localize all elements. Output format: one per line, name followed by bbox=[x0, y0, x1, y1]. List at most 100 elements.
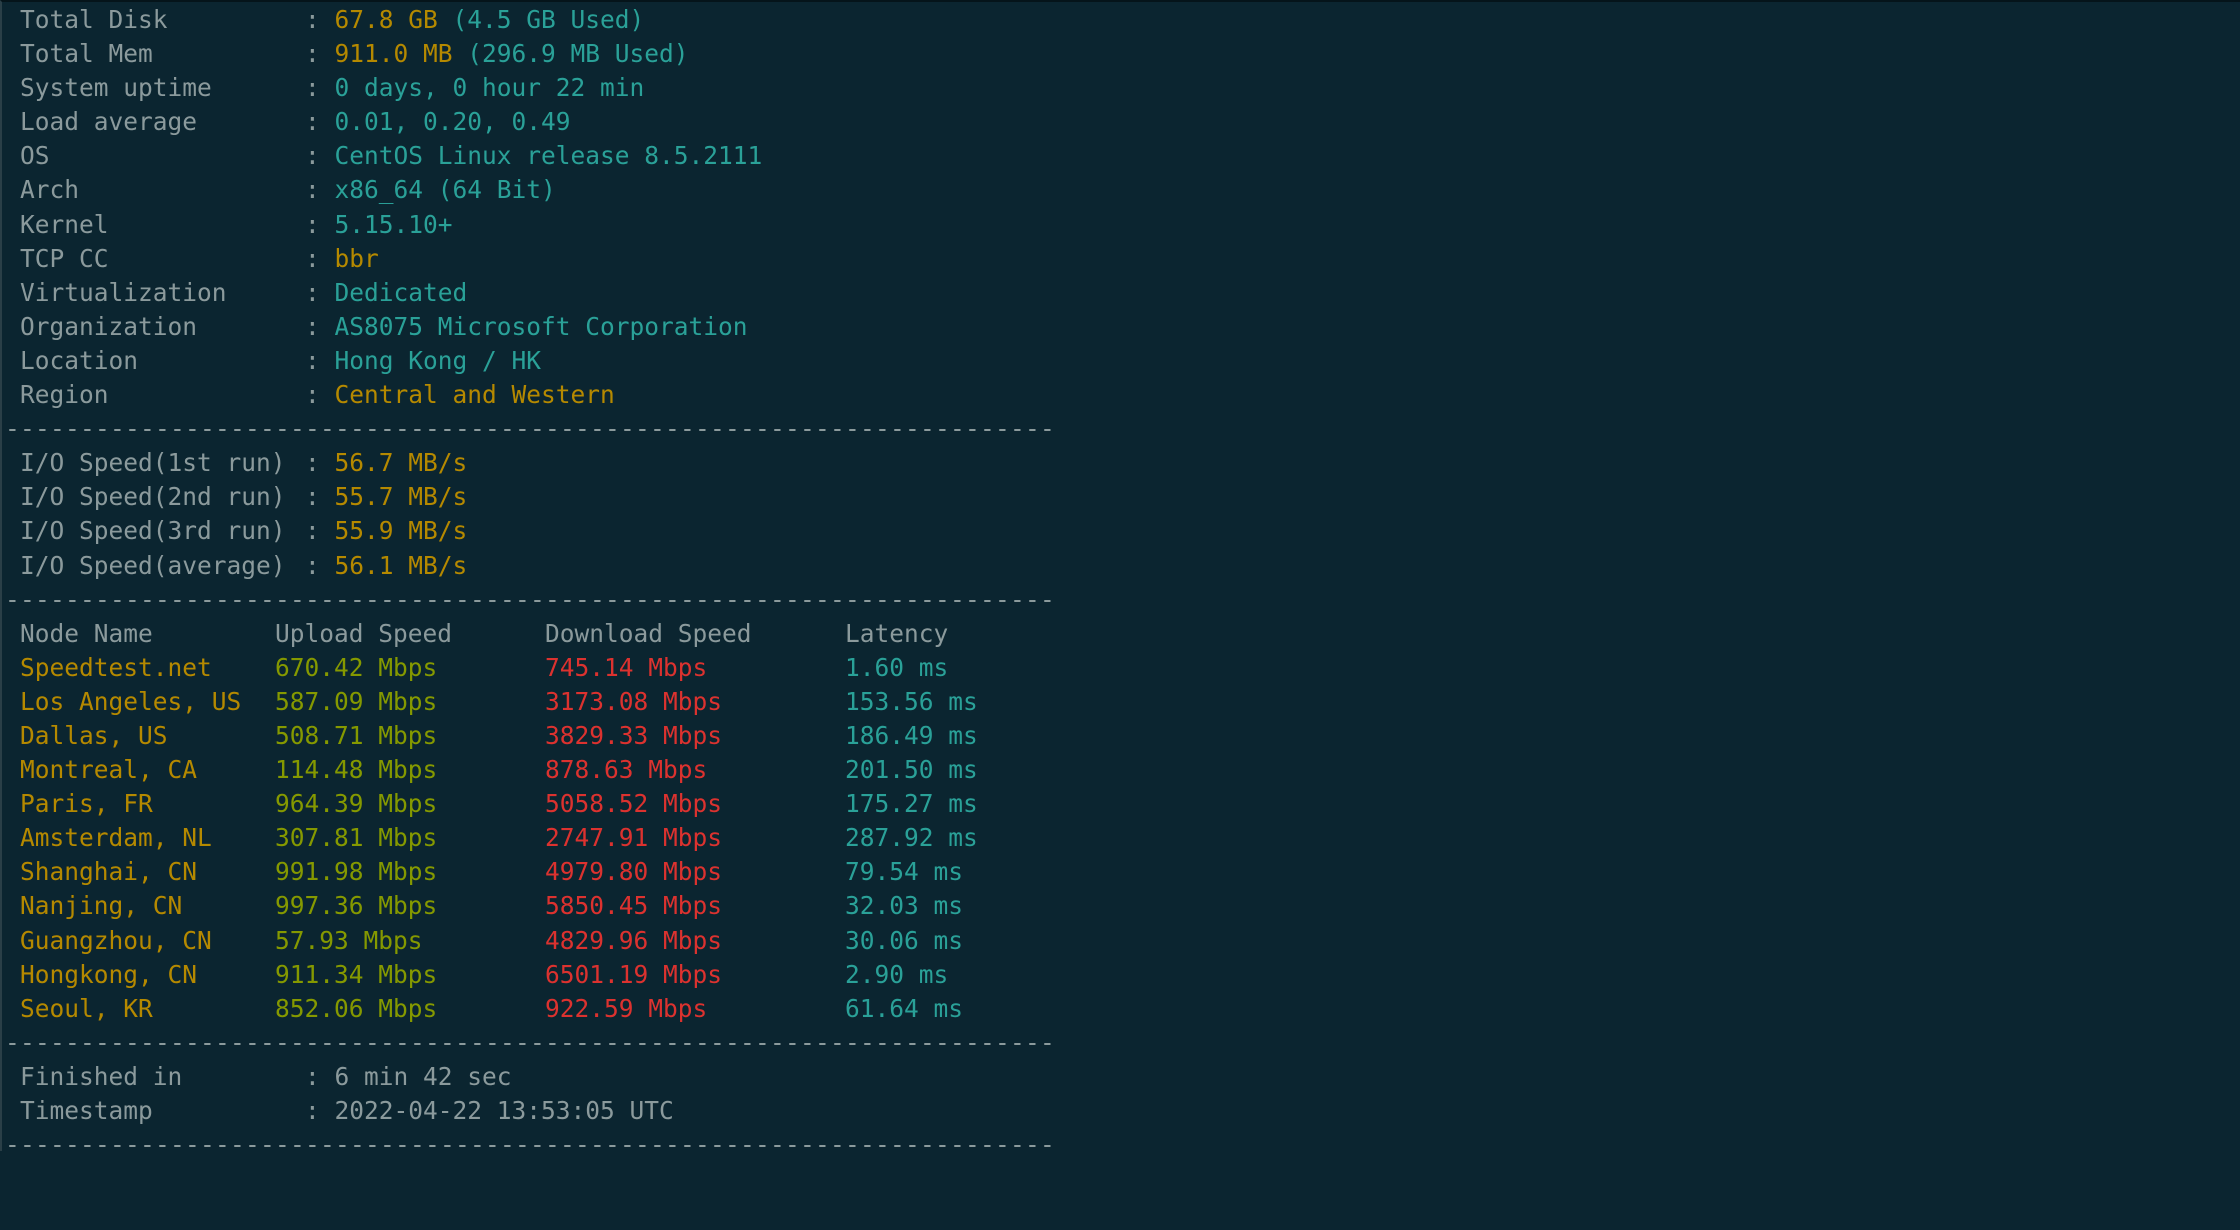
latency: 30.06 ms bbox=[845, 925, 964, 955]
speedtest-row: Amsterdam, NL 307.81 Mbps 2747.91 Mbps 287.… bbox=[5, 821, 1055, 855]
node-name: Montreal, CA bbox=[20, 755, 198, 785]
info-label: Location bbox=[20, 345, 139, 375]
download-speed: 6501.19 Mbps bbox=[545, 959, 723, 989]
value-text: Hong Kong / HK bbox=[334, 345, 542, 375]
info-value: : CentOS Linux release 8.5.2111 bbox=[305, 139, 762, 173]
value-text: 55.7 MB/s bbox=[334, 482, 468, 512]
colon: : bbox=[305, 277, 335, 307]
colon: : bbox=[305, 516, 335, 546]
value-rest: (296.9 MB Used) bbox=[452, 39, 689, 69]
io-label: I/O Speed(1st run) bbox=[20, 448, 286, 478]
latency: 79.54 ms bbox=[845, 857, 964, 887]
colon: : bbox=[305, 243, 335, 273]
separator-line: ----------------------------------------… bbox=[5, 1027, 1056, 1057]
info-row-total-disk: Total Disk : 67.8 GB (4.5 GB Used) bbox=[5, 3, 1055, 37]
value-text: x86_64 (64 Bit) bbox=[334, 175, 556, 205]
speedtest-row: Guangzhou, CN 57.93 Mbps 4829.96 Mbps 30.06… bbox=[5, 924, 1055, 958]
speedtest-row: Nanjing, CN 997.36 Mbps 5850.45 Mbps 32.03 … bbox=[5, 889, 1055, 923]
summary-label: Finished in bbox=[20, 1061, 183, 1091]
speedtest-row: Speedtest.net 670.42 Mbps 745.14 Mbps 1.60 … bbox=[5, 651, 1055, 685]
summary-row-timestamp: Timestamp : 2022-04-22 13:53:05 UTC bbox=[5, 1094, 1055, 1128]
colon: : bbox=[305, 175, 335, 205]
latency: 1.60 ms bbox=[845, 652, 949, 682]
terminal-output: Total Disk : 67.8 GB (4.5 GB Used) Total… bbox=[5, 3, 1055, 1162]
latency: 287.92 ms bbox=[845, 823, 978, 853]
speedtest-row: Seoul, KR 852.06 Mbps 922.59 Mbps 61.64 ms bbox=[5, 992, 1055, 1026]
info-row-os: OS : CentOS Linux release 8.5.2111 bbox=[5, 139, 1055, 173]
io-row: I/O Speed(2nd run) : 55.7 MB/s bbox=[5, 480, 1055, 514]
summary-value: : 6 min 42 sec bbox=[305, 1060, 512, 1094]
upload-speed: 114.48 Mbps bbox=[275, 755, 438, 785]
value-highlight: 911.0 MB bbox=[334, 39, 453, 69]
node-name: Seoul, KR bbox=[20, 993, 153, 1023]
info-row-organization: Organization : AS8075 Microsoft Corporat… bbox=[5, 310, 1055, 344]
download-speed: 2747.91 Mbps bbox=[545, 823, 723, 853]
value-text: Dedicated bbox=[334, 277, 468, 307]
speedtest-rows: Speedtest.net 670.42 Mbps 745.14 Mbps 1.60 … bbox=[5, 651, 1055, 1026]
info-value: : 0 days, 0 hour 22 min bbox=[305, 71, 644, 105]
download-speed: 745.14 Mbps bbox=[545, 652, 708, 682]
latency: 2.90 ms bbox=[845, 959, 949, 989]
colon: : bbox=[305, 209, 335, 239]
colon: : bbox=[305, 550, 335, 580]
latency: 153.56 ms bbox=[845, 686, 978, 716]
summary-row-finished: Finished in : 6 min 42 sec bbox=[5, 1060, 1055, 1094]
info-label: System uptime bbox=[20, 73, 212, 103]
download-speed: 878.63 Mbps bbox=[545, 755, 708, 785]
colon: : bbox=[305, 73, 335, 103]
io-label: I/O Speed(2nd run) bbox=[20, 482, 286, 512]
speedtest-header-row: Node Name Upload Speed Download Speed La… bbox=[5, 617, 1055, 651]
download-speed: 4829.96 Mbps bbox=[545, 925, 723, 955]
value-text: AS8075 Microsoft Corporation bbox=[334, 311, 748, 341]
upload-speed: 307.81 Mbps bbox=[275, 823, 438, 853]
download-speed: 3173.08 Mbps bbox=[545, 686, 723, 716]
value-text: 56.1 MB/s bbox=[334, 550, 468, 580]
info-value: : 67.8 GB (4.5 GB Used) bbox=[305, 3, 644, 37]
info-label: Organization bbox=[20, 311, 198, 341]
separator-line: ----------------------------------------… bbox=[5, 584, 1056, 614]
info-label: Arch bbox=[20, 175, 80, 205]
info-row-tcp-cc: TCP CC : bbr bbox=[5, 242, 1055, 276]
colon: : bbox=[305, 311, 335, 341]
info-value: : 5.15.10+ bbox=[305, 208, 453, 242]
value-text: 0.01, 0.20, 0.49 bbox=[334, 107, 571, 137]
latency: 32.03 ms bbox=[845, 891, 964, 921]
node-name: Nanjing, CN bbox=[20, 891, 183, 921]
value-highlight: 67.8 GB bbox=[334, 5, 438, 34]
colon: : bbox=[305, 1096, 335, 1125]
upload-speed: 508.71 Mbps bbox=[275, 720, 438, 750]
upload-speed: 964.39 Mbps bbox=[275, 789, 438, 819]
upload-speed: 670.42 Mbps bbox=[275, 652, 438, 682]
upload-speed: 911.34 Mbps bbox=[275, 959, 438, 989]
separator-line: ----------------------------------------… bbox=[5, 414, 1056, 444]
download-speed: 5058.52 Mbps bbox=[545, 789, 723, 819]
io-value: : 56.7 MB/s bbox=[305, 446, 467, 480]
node-name: Paris, FR bbox=[20, 789, 153, 819]
info-value: : Dedicated bbox=[305, 276, 467, 310]
upload-speed: 997.36 Mbps bbox=[275, 891, 438, 921]
value-text: Central and Western bbox=[334, 380, 615, 410]
summary-value: : 2022-04-22 13:53:05 UTC bbox=[305, 1094, 674, 1128]
node-name: Hongkong, CN bbox=[20, 959, 198, 989]
colon: : bbox=[305, 141, 335, 171]
info-label: Region bbox=[20, 380, 109, 410]
value-text: 56.7 MB/s bbox=[334, 448, 468, 478]
colon: : bbox=[305, 482, 335, 512]
node-name: Shanghai, CN bbox=[20, 857, 198, 887]
header-latency: Latency bbox=[845, 618, 949, 648]
upload-speed: 57.93 Mbps bbox=[275, 925, 423, 955]
colon: : bbox=[305, 1061, 335, 1091]
download-speed: 5850.45 Mbps bbox=[545, 891, 723, 921]
node-name: Los Angeles, US bbox=[20, 686, 242, 716]
latency: 201.50 ms bbox=[845, 755, 978, 785]
info-value: : AS8075 Microsoft Corporation bbox=[305, 310, 748, 344]
info-row-kernel: Kernel : 5.15.10+ bbox=[5, 208, 1055, 242]
summary-label: Timestamp bbox=[20, 1096, 153, 1125]
info-label: OS bbox=[20, 141, 50, 171]
terminal-window[interactable]: Total Disk : 67.8 GB (4.5 GB Used) Total… bbox=[0, 0, 2240, 1159]
node-name: Speedtest.net bbox=[20, 652, 212, 682]
speedtest-row: Los Angeles, US 587.09 Mbps 3173.08 Mbps 15… bbox=[5, 685, 1055, 719]
value-text: 5.15.10+ bbox=[334, 209, 453, 239]
info-row-region: Region : Central and Western bbox=[5, 378, 1055, 412]
download-speed: 3829.33 Mbps bbox=[545, 720, 723, 750]
